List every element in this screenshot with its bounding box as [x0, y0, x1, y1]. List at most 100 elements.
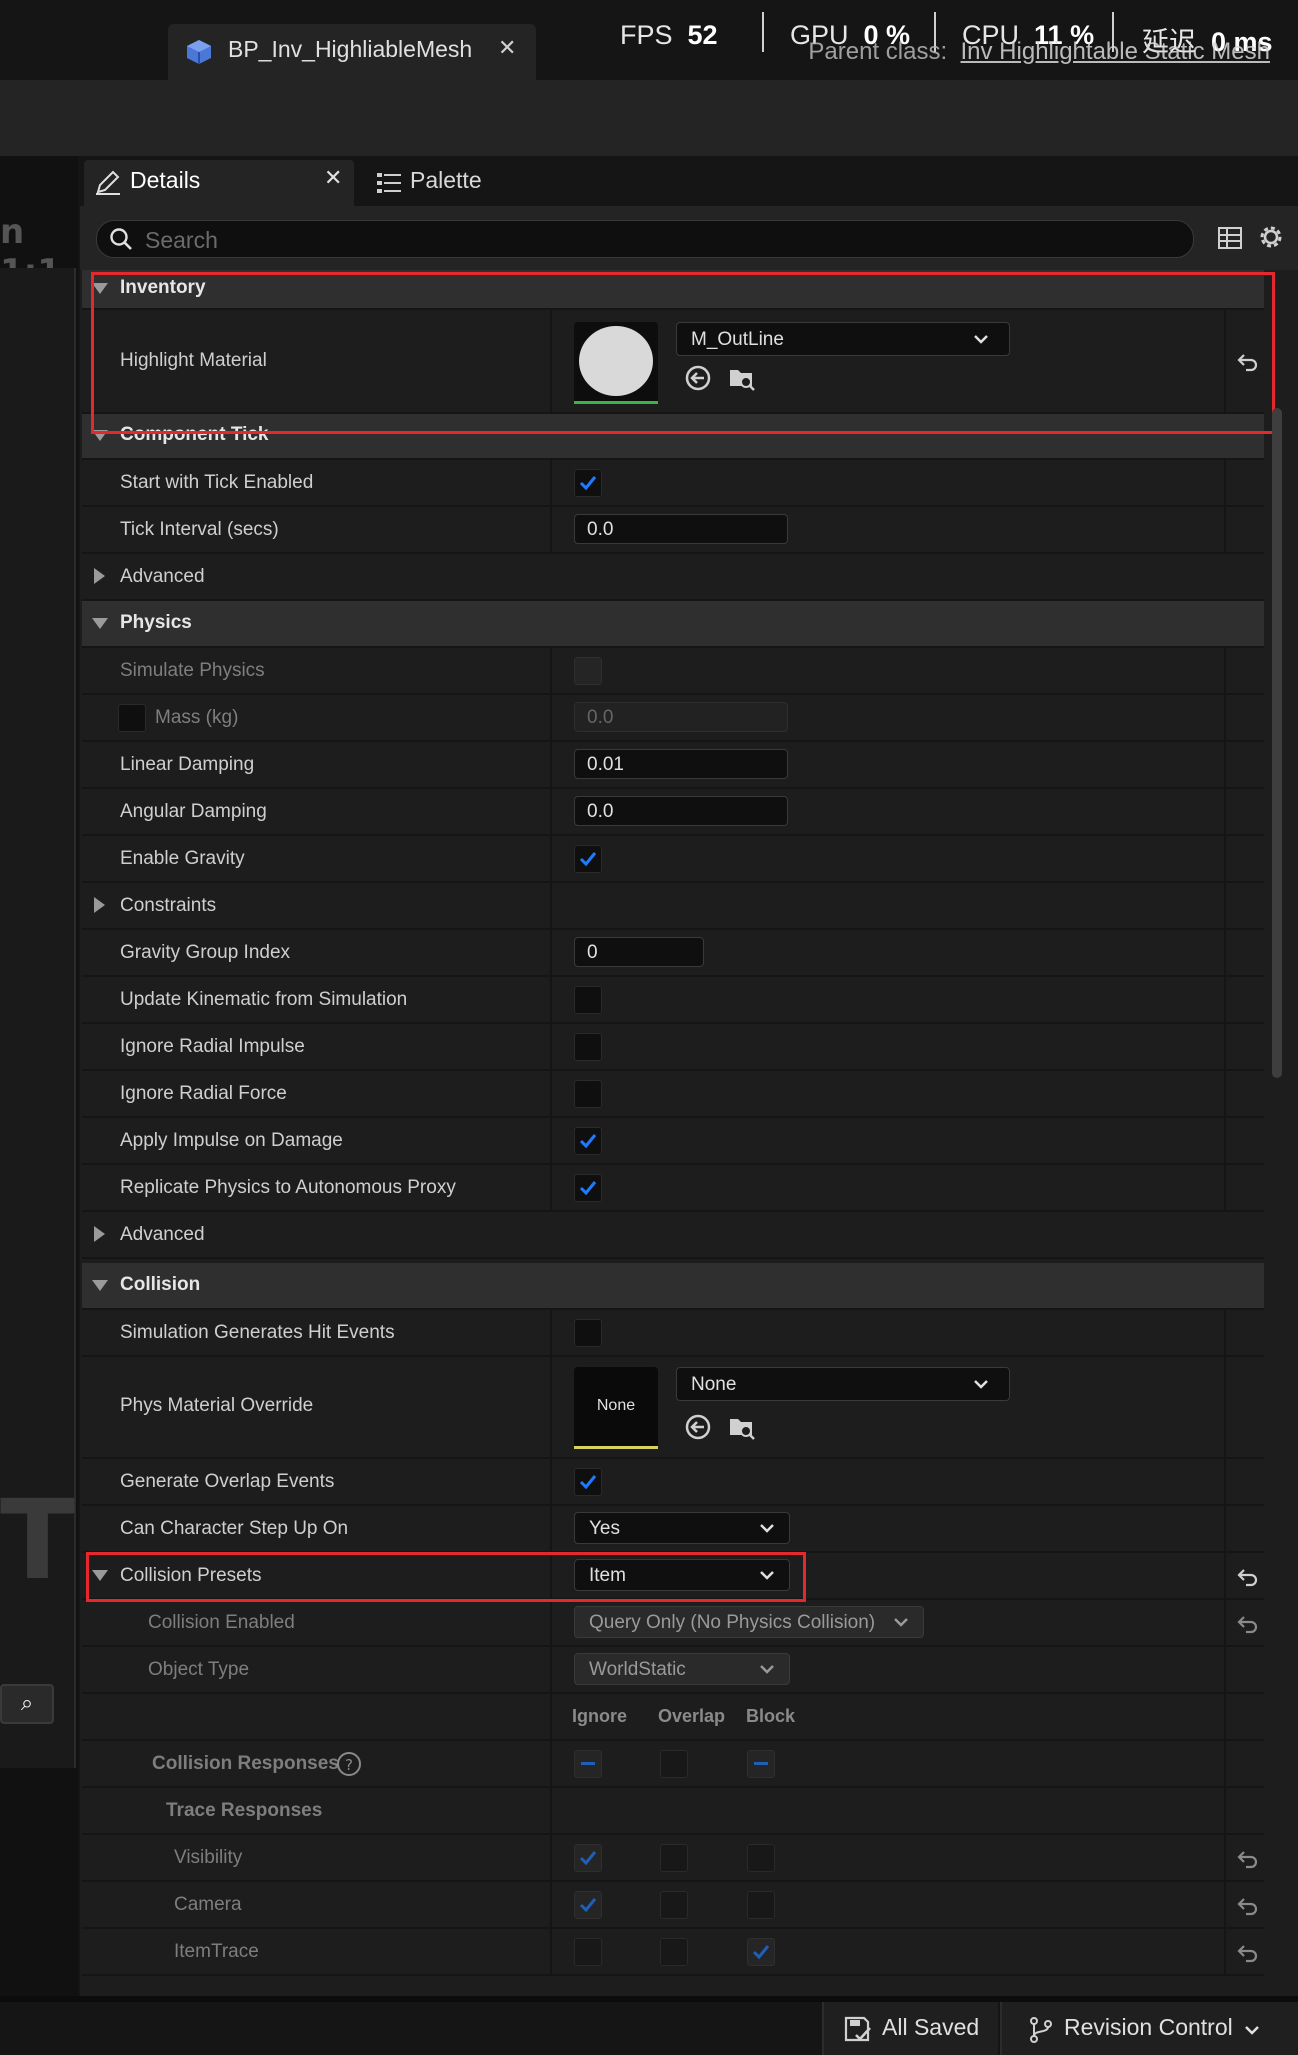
- reset-to-default-icon[interactable]: [1236, 1564, 1260, 1588]
- visibility-overlap-checkbox[interactable]: [660, 1844, 688, 1872]
- revision-control-label: Revision Control: [1064, 2014, 1233, 2040]
- property-label: Start with Tick Enabled: [120, 472, 314, 493]
- divider: [762, 12, 764, 52]
- property-label: Simulate Physics: [120, 660, 265, 681]
- linear-damping-input[interactable]: 0.01: [574, 749, 788, 779]
- tick-interval-input[interactable]: 0.0: [574, 514, 788, 544]
- expand-arrow-icon[interactable]: [94, 897, 105, 913]
- binoculars-icon[interactable]: ⌕: [0, 1684, 54, 1724]
- property-label: Generate Overlap Events: [120, 1471, 335, 1492]
- visibility-ignore-checkbox[interactable]: [574, 1844, 602, 1872]
- all-saved-label: All Saved: [882, 2014, 980, 2040]
- camera-ignore-checkbox[interactable]: [574, 1891, 602, 1919]
- object-type-dropdown[interactable]: WorldStatic: [574, 1653, 790, 1685]
- reset-to-default-icon[interactable]: [1236, 1846, 1260, 1870]
- tab-palette[interactable]: Palette: [370, 160, 510, 206]
- property-label: Collision Responses: [152, 1753, 339, 1774]
- ignore-radial-impulse-checkbox[interactable]: [574, 1033, 602, 1061]
- check-icon: [579, 1134, 597, 1149]
- close-tab-icon[interactable]: ✕: [498, 36, 516, 61]
- use-selected-icon[interactable]: [684, 1413, 712, 1441]
- category-label: Collision: [120, 1274, 201, 1295]
- asset-tab[interactable]: BP_Inv_HighliableMesh ✕: [168, 24, 536, 80]
- visibility-block-checkbox[interactable]: [747, 1844, 775, 1872]
- search-input[interactable]: [143, 225, 1147, 255]
- responses-overlap-checkbox[interactable]: [660, 1750, 688, 1778]
- property-label: Gravity Group Index: [120, 942, 291, 963]
- all-saved-button[interactable]: All Saved: [822, 2002, 998, 2055]
- phys-material-dropdown[interactable]: None: [676, 1367, 1010, 1401]
- advanced-physics-expander[interactable]: Advanced: [82, 1212, 1264, 1259]
- itemtrace-overlap-checkbox[interactable]: [660, 1938, 688, 1966]
- enable-gravity-checkbox[interactable]: [574, 845, 602, 873]
- property-label: ItemTrace: [174, 1941, 259, 1962]
- generate-overlap-checkbox[interactable]: [574, 1468, 602, 1496]
- apply-impulse-checkbox[interactable]: [574, 1127, 602, 1155]
- advanced-tick-expander[interactable]: Advanced: [82, 554, 1264, 601]
- property-ignore-radial-force: Ignore Radial Force: [82, 1071, 1264, 1118]
- revision-control-button[interactable]: Revision Control: [1000, 2002, 1298, 2055]
- sim-hit-events-checkbox[interactable]: [574, 1319, 602, 1347]
- property-object-type: Object Type WorldStatic: [82, 1647, 1264, 1694]
- constraints-expander[interactable]: Constraints: [82, 883, 1264, 930]
- gravity-group-input[interactable]: 0: [574, 937, 704, 967]
- expand-arrow-icon[interactable]: [94, 568, 105, 584]
- mass-input[interactable]: 0.0: [574, 702, 788, 732]
- highlight-box-collision-presets: [86, 1552, 806, 1602]
- viewport-pane[interactable]: n 1:1 T ⌕: [0, 156, 78, 1996]
- asset-tab-label: BP_Inv_HighliableMesh: [228, 36, 473, 62]
- title-bar: BP_Inv_HighliableMesh ✕ FPS 52 GPU 0 % C…: [0, 0, 1298, 80]
- mass-override-checkbox[interactable]: [118, 704, 146, 732]
- itemtrace-block-checkbox[interactable]: [747, 1938, 775, 1966]
- property-matrix-icon[interactable]: [1216, 224, 1244, 252]
- step-up-dropdown[interactable]: Yes: [574, 1512, 790, 1544]
- reset-to-default-icon[interactable]: [1236, 1611, 1260, 1635]
- property-mass: Mass (kg) 0.0: [82, 695, 1264, 742]
- expand-arrow-icon[interactable]: [92, 618, 108, 629]
- chevron-down-icon: [760, 1524, 774, 1533]
- property-label: Simulation Generates Hit Events: [120, 1322, 395, 1343]
- help-icon[interactable]: ?: [336, 1751, 362, 1777]
- check-icon: [579, 1851, 597, 1866]
- expand-arrow-icon[interactable]: [92, 1280, 108, 1291]
- panel-tabs: Details ✕ Palette: [80, 160, 1298, 206]
- start-with-tick-checkbox[interactable]: [574, 469, 602, 497]
- browse-asset-icon[interactable]: [728, 1413, 756, 1441]
- phys-material-value: None: [691, 1374, 737, 1395]
- ignore-radial-force-checkbox[interactable]: [574, 1080, 602, 1108]
- property-linear-damping: Linear Damping 0.01: [82, 742, 1264, 789]
- property-label: Can Character Step Up On: [120, 1518, 349, 1539]
- property-label: Ignore Radial Force: [120, 1083, 287, 1104]
- replicate-physics-checkbox[interactable]: [574, 1174, 602, 1202]
- search-row: [80, 206, 1298, 270]
- trace-visibility-row: Visibility: [82, 1835, 1264, 1882]
- reset-to-default-icon[interactable]: [1236, 1893, 1260, 1917]
- property-collision-enabled: Collision Enabled Query Only (No Physics…: [82, 1600, 1264, 1647]
- property-step-up: Can Character Step Up On Yes: [82, 1506, 1264, 1553]
- property-angular-damping: Angular Damping 0.0: [82, 789, 1264, 836]
- camera-block-checkbox[interactable]: [747, 1891, 775, 1919]
- parent-class-link[interactable]: Inv Highlightable Static Mesh: [961, 38, 1271, 65]
- collision-enabled-value: Query Only (No Physics Collision): [589, 1612, 876, 1633]
- responses-block-checkbox[interactable]: [747, 1750, 775, 1778]
- gear-icon[interactable]: [1256, 222, 1286, 252]
- close-details-icon[interactable]: ✕: [324, 166, 342, 191]
- camera-overlap-checkbox[interactable]: [660, 1891, 688, 1919]
- search-box[interactable]: [96, 220, 1194, 258]
- expand-arrow-icon[interactable]: [94, 1226, 105, 1242]
- phys-material-thumbnail[interactable]: None: [574, 1367, 658, 1449]
- update-kinematic-checkbox[interactable]: [574, 986, 602, 1014]
- tab-details-label: Details: [130, 167, 201, 193]
- tab-details[interactable]: Details ✕: [84, 160, 354, 206]
- scrollbar[interactable]: [1272, 408, 1282, 1078]
- itemtrace-ignore-checkbox[interactable]: [574, 1938, 602, 1966]
- reset-to-default-icon[interactable]: [1236, 1940, 1260, 1964]
- category-physics[interactable]: Physics: [82, 601, 1264, 648]
- category-collision[interactable]: Collision: [82, 1263, 1264, 1310]
- responses-ignore-checkbox[interactable]: [574, 1750, 602, 1778]
- simulate-physics-checkbox[interactable]: [574, 657, 602, 685]
- search-icon: [110, 228, 132, 250]
- collision-enabled-dropdown[interactable]: Query Only (No Physics Collision): [574, 1606, 924, 1638]
- angular-damping-input[interactable]: 0.0: [574, 796, 788, 826]
- trace-responses-row[interactable]: Trace Responses: [82, 1788, 1264, 1835]
